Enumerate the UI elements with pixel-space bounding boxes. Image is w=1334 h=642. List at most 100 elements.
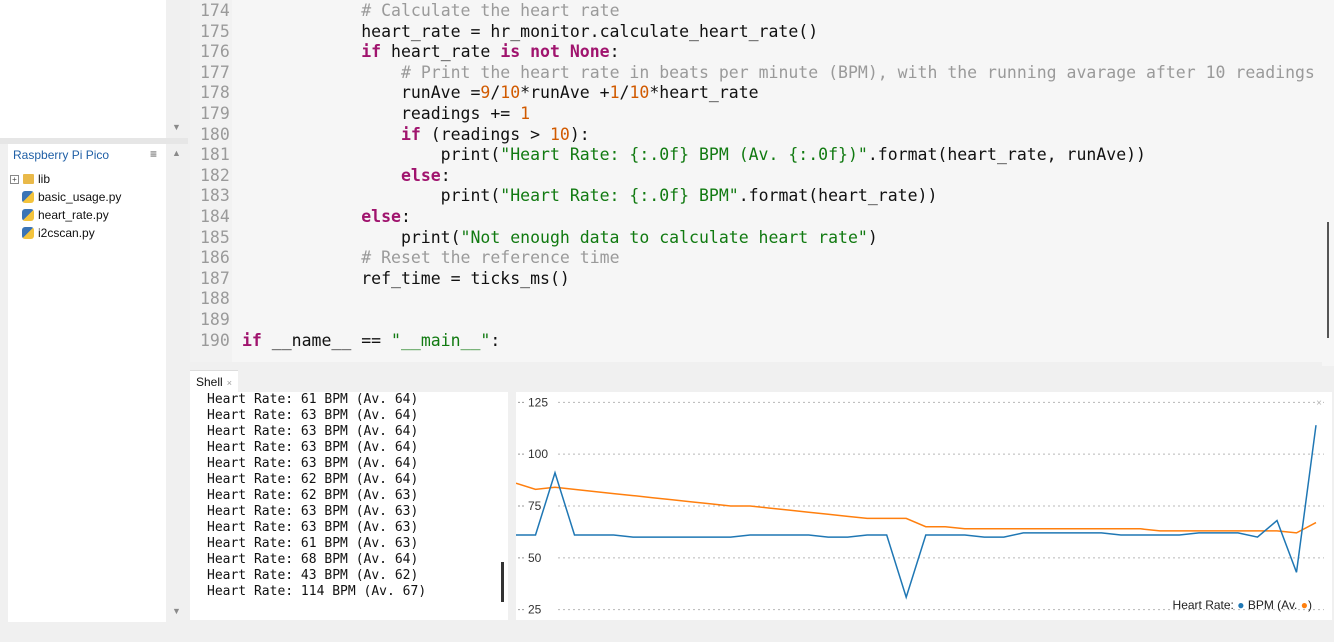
device-files-panel: Raspberry Pi Pico ≡ + lib basic_usage.py… (8, 144, 166, 622)
tab-shell[interactable]: Shell × (190, 370, 238, 393)
device-header[interactable]: Raspberry Pi Pico (13, 148, 109, 162)
y-tick-label: 100 (528, 447, 548, 461)
editor-scrollbar[interactable] (1322, 0, 1334, 366)
files-panel-top (0, 0, 166, 138)
y-tick-label: 75 (528, 499, 542, 513)
code-text: # Calculate the heart rate (361, 1, 620, 20)
line-number: 188 (200, 289, 230, 309)
code-text: readings += 1 (242, 104, 531, 123)
legend-avg-dot: ● (1300, 598, 1308, 612)
line-number: 176 (200, 42, 230, 62)
editor-scroll-thumb[interactable] (1327, 222, 1329, 338)
line-number: 185 (200, 227, 230, 247)
hamburger-menu-icon[interactable]: ≡ (150, 147, 157, 161)
files-scrollbar[interactable]: ▲ ▼ (166, 144, 188, 622)
code-text: # Print the heart rate in beats per minu… (400, 62, 1315, 82)
expand-plus-icon[interactable]: + (10, 174, 19, 184)
shell-output-line: Heart Rate: 62 BPM (Av. 64) (207, 472, 419, 487)
code-text: print("Not enough data to calculate hear… (242, 227, 878, 247)
code-line[interactable]: 183 print("Heart Rate: {:.0f} BPM".forma… (190, 185, 1322, 206)
shell-output-line: Heart Rate: 63 BPM (Av. 63) (207, 504, 419, 519)
scroll-up-arrow-icon[interactable]: ▲ (172, 148, 181, 158)
shell-output-line: Heart Rate: 63 BPM (Av. 64) (207, 456, 419, 471)
files-top-scrollbar[interactable]: ▼ (166, 0, 188, 140)
line-number: 184 (200, 207, 230, 226)
line-number: 190 (200, 330, 230, 350)
tree-item-label: i2cscan.py (38, 226, 95, 240)
y-tick-label: 125 (528, 395, 548, 409)
legend-bpm-dot: ● (1237, 598, 1245, 612)
code-line[interactable]: 184 else: (190, 206, 1322, 227)
tree-item-heart-rate[interactable]: heart_rate.py (22, 208, 109, 222)
heart-rate-chart: 25 50 75 100 125 (515, 395, 1324, 617)
shell-output[interactable]: Heart Rate: 61 BPM (Av. 64) Heart Rate: 6… (190, 392, 508, 620)
code-text: # Reset the reference time (361, 248, 620, 268)
close-icon[interactable]: × (227, 378, 232, 388)
code-line[interactable]: 179 readings += 1 (190, 103, 1322, 124)
scroll-down-arrow-icon[interactable]: ▼ (172, 606, 181, 616)
tree-item-i2cscan[interactable]: i2cscan.py (22, 226, 95, 240)
line-number: 186 (200, 248, 230, 268)
series-line-bpm (516, 425, 1317, 600)
y-tick-label: 25 (528, 603, 542, 617)
code-line[interactable]: 186 # Reset the reference time (190, 247, 1322, 268)
scroll-down-arrow-icon[interactable]: ▼ (172, 122, 181, 132)
code-text: if (readings > 10): (400, 124, 590, 144)
code-line[interactable]: 174 # Calculate the heart rate (190, 0, 1322, 21)
code-text: print("Heart Rate: {:.0f} BPM".format(he… (242, 186, 938, 206)
shell-output-line: Heart Rate: 63 BPM (Av. 63) (207, 520, 419, 535)
shell-tab-bar: Shell × (190, 370, 1334, 393)
tree-item-lib[interactable]: + lib (10, 172, 50, 186)
shell-output-line: Heart Rate: 63 BPM (Av. 64) (207, 408, 419, 423)
python-file-icon (22, 191, 34, 203)
code-text: else: (361, 207, 411, 226)
tree-item-label: heart_rate.py (38, 208, 109, 222)
line-number: 187 (200, 268, 230, 288)
code-text: heart_rate = hr_monitor.calculate_heart_… (242, 21, 819, 41)
python-file-icon (22, 227, 34, 239)
line-number: 182 (200, 165, 230, 185)
tree-item-label: basic_usage.py (38, 190, 122, 204)
line-number: 174 (200, 1, 230, 20)
code-line[interactable]: 187 ref_time = ticks_ms() (190, 268, 1322, 289)
code-line[interactable]: 177 # Print the heart rate in beats per … (190, 62, 1322, 83)
code-line[interactable]: 175 heart_rate = hr_monitor.calculate_he… (190, 21, 1322, 42)
tree-item-label: lib (38, 172, 51, 186)
legend-close-paren: ) (1308, 598, 1312, 612)
line-number: 180 (200, 124, 230, 144)
code-line[interactable]: 189 (190, 309, 1322, 330)
line-number: 175 (200, 21, 230, 41)
code-line[interactable]: 190 if __name__ == "__main__": (190, 330, 1322, 351)
line-number: 189 (200, 310, 230, 329)
close-icon[interactable]: × (1316, 398, 1322, 409)
shell-output-line: Heart Rate: 61 BPM (Av. 63) (207, 536, 419, 551)
python-file-icon (22, 209, 34, 221)
shell-output-line: Heart Rate: 63 BPM (Av. 64) (207, 424, 419, 439)
code-text: else: (400, 165, 451, 185)
tab-label: Shell (196, 375, 223, 389)
code-line[interactable]: 178 runAve =9/10*runAve +1/10*heart_rate (190, 82, 1322, 103)
code-line[interactable]: 188 (190, 288, 1322, 309)
shell-output-line: Heart Rate: 43 BPM (Av. 62) (207, 568, 419, 583)
code-line[interactable]: 182 else: (190, 165, 1322, 186)
shell-scroll-thumb[interactable] (501, 562, 504, 602)
code-text: if __name__ == "__main__": (242, 330, 501, 350)
code-line[interactable]: 181 print("Heart Rate: {:.0f} BPM (Av. {… (190, 144, 1322, 165)
series-line-av (515, 482, 1317, 534)
code-line[interactable]: 176 if heart_rate is not None: (190, 41, 1322, 62)
code-line[interactable]: 180 if (readings > 10): (190, 124, 1322, 145)
shell-output-line: Heart Rate: 68 BPM (Av. 64) (207, 552, 419, 567)
code-editor[interactable]: 174 # Calculate the heart rate 175 heart_… (190, 0, 1322, 362)
tree-item-basic-usage[interactable]: basic_usage.py (22, 190, 121, 204)
plotter-panel: 25 50 75 100 125 × Heart Rate: ● BPM (Av. ●) (515, 392, 1332, 620)
shell-output-line: Heart Rate: 62 BPM (Av. 63) (207, 488, 419, 503)
code-text: print("Heart Rate: {:.0f} BPM (Av. {:.0f… (242, 145, 1146, 165)
line-number: 179 (200, 104, 230, 123)
shell-output-line: Heart Rate: 61 BPM (Av. 64) (207, 392, 419, 407)
line-number: 177 (200, 62, 230, 82)
code-line[interactable]: 185 print("Not enough data to calculate … (190, 227, 1322, 248)
legend-label: Heart Rate: (1172, 598, 1234, 612)
shell-output-line: Heart Rate: 114 BPM (Av. 67) (207, 584, 427, 599)
line-number: 183 (200, 186, 230, 206)
chart-legend: Heart Rate: ● BPM (Av. ●) (1173, 598, 1312, 612)
